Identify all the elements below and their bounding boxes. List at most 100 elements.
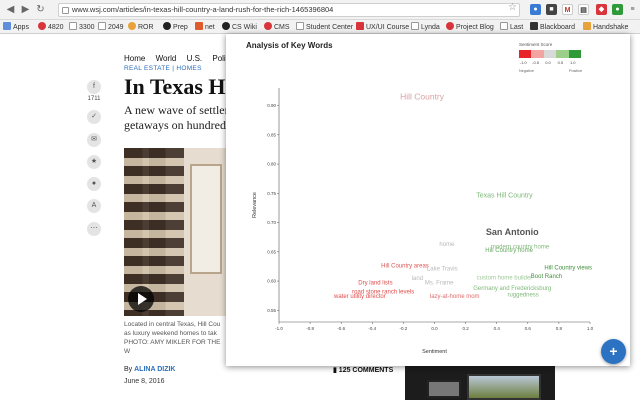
author-link[interactable]: ALINA DIZIK <box>134 366 175 373</box>
bookmark-page-icon <box>500 22 508 30</box>
keyword-point[interactable]: Hill Country home <box>485 248 533 254</box>
y-tick-label: 0.80 <box>267 162 276 167</box>
nav-world[interactable]: World <box>156 54 177 63</box>
bookmark-page-icon <box>98 22 106 30</box>
x-tick-label: 0.2 <box>462 326 469 331</box>
save-star-icon[interactable]: ★ <box>87 155 101 169</box>
x-tick-label: 0.8 <box>556 326 563 331</box>
keyword-point[interactable]: water utility director <box>333 294 386 300</box>
keyword-point[interactable]: Dry land lists <box>358 281 392 287</box>
bookmark-project-blog[interactable]: Project Blog <box>446 22 494 32</box>
advertisement[interactable] <box>405 366 555 400</box>
screen: ◀ ▶ ↻ www.wsj.com/articles/in-texas-hill… <box>0 0 640 400</box>
article-headline: In Texas Hi <box>124 74 232 99</box>
bookmark-red-icon <box>264 22 272 30</box>
url-text: www.wsj.com/articles/in-texas-hill-count… <box>72 5 334 14</box>
x-tick-label: -1.0 <box>275 326 283 331</box>
publish-date: June 8, 2016 <box>124 378 165 385</box>
bookmark-cms[interactable]: CMS <box>264 22 290 32</box>
bookmark-star-icon[interactable]: ☆ <box>508 2 517 13</box>
x-tick-label: -0.2 <box>400 326 408 331</box>
extension-doc-icon[interactable]: ▤ <box>578 4 589 15</box>
bookmark-ux-ui-course[interactable]: UX/UI Course <box>356 22 409 32</box>
bookmark-lynda[interactable]: Lynda <box>411 22 440 32</box>
keyword-point[interactable]: Hill Country <box>400 92 445 102</box>
nav-us[interactable]: U.S. <box>187 54 203 63</box>
keyword-point[interactable]: ruggedness <box>507 292 538 298</box>
bookmark-page-icon <box>296 22 304 30</box>
extension-green-icon[interactable]: ● <box>612 4 623 15</box>
keyword-point[interactable]: Germany and Fredericksburg <box>473 286 551 292</box>
bookmark-prep[interactable]: Prep <box>163 22 188 32</box>
extension-globe-icon[interactable]: ● <box>530 4 541 15</box>
keyword-point[interactable]: home <box>439 242 455 248</box>
scatter-chart: -1.0 -0.8 -0.6 -0.4 -0.2 0.0 0.2 0.4 0.6 0.8 1.0 0.… <box>252 88 594 355</box>
x-tick-label: -0.4 <box>368 326 376 331</box>
bookmark-blackboard[interactable]: Blackboard <box>530 22 575 32</box>
byline-prefix: By <box>124 366 133 373</box>
bookmark-orange-square-icon <box>195 22 203 30</box>
menu-icon[interactable]: ≡ <box>627 4 638 15</box>
bookmark-handshake[interactable]: Handshake <box>583 22 628 32</box>
extension-dark-icon[interactable]: ■ <box>546 4 557 15</box>
twitter-share-icon[interactable]: ✓ <box>87 110 101 124</box>
bookmark-last[interactable]: Last <box>500 22 523 32</box>
browser-toolbar: ◀ ▶ ↻ www.wsj.com/articles/in-texas-hill… <box>0 0 640 20</box>
x-tick-label: 1.0 <box>587 326 594 331</box>
address-bar[interactable]: www.wsj.com/articles/in-texas-hill-count… <box>58 3 520 17</box>
share-count: 1711 <box>87 96 101 102</box>
bookmark-red-icon <box>38 22 46 30</box>
bookmark-ror[interactable]: ROR <box>128 22 154 32</box>
more-options-icon[interactable]: ⋯ <box>87 222 101 236</box>
bookmark-student-center[interactable]: Student Center <box>296 22 353 32</box>
keyword-point[interactable]: San Antonio <box>486 227 539 237</box>
keyword-point[interactable]: Texas Hill Country <box>476 192 533 199</box>
bookmark-cs-wiki[interactable]: CS Wiki <box>222 22 257 32</box>
email-share-icon[interactable]: ✉ <box>87 133 101 147</box>
keyword-point[interactable]: custom home builder <box>477 275 533 281</box>
keyword-point[interactable]: Hill Country views <box>544 265 592 271</box>
bookmark-2049[interactable]: 2049 <box>98 22 124 32</box>
y-tick-label: 0.85 <box>267 132 276 137</box>
bookmark-red-icon <box>446 22 454 30</box>
apps-icon <box>3 22 11 30</box>
extension-red-icon[interactable]: ◆ <box>596 4 607 15</box>
forward-icon[interactable]: ▶ <box>19 3 32 16</box>
photo-doorway <box>190 164 222 274</box>
section-label[interactable]: REAL ESTATE | HOMES <box>124 65 202 72</box>
extension-m-icon[interactable]: M <box>562 4 573 15</box>
keyword-point[interactable]: lazy-at-home mom <box>430 294 480 300</box>
photo-caption: Located in central Texas, Hill Cou as lu… <box>124 321 221 355</box>
x-tick-label: 0.4 <box>494 326 501 331</box>
comments-count: 125 COMMENTS <box>338 367 394 374</box>
x-axis-label: Sentiment <box>422 349 447 355</box>
github-icon <box>163 22 171 30</box>
ad-device-large <box>467 374 541 400</box>
reload-icon[interactable]: ↻ <box>34 3 47 16</box>
bookmark-orange-square-icon <box>583 22 591 30</box>
text-size-icon[interactable]: A <box>87 199 101 213</box>
y-tick-label: 0.90 <box>267 103 276 108</box>
video-play-button[interactable] <box>128 286 154 312</box>
evernote-icon[interactable]: ● <box>87 177 101 191</box>
bookmark-3300[interactable]: 3300 <box>69 22 95 32</box>
facebook-share-icon[interactable]: f <box>87 80 101 94</box>
bookmark-net[interactable]: net <box>195 22 215 32</box>
y-tick-label: 0.60 <box>267 279 276 284</box>
add-button[interactable]: + <box>601 339 626 364</box>
page-icon <box>62 7 69 14</box>
keyword-point[interactable]: Hill Country areas <box>381 264 429 270</box>
bookmark-apps[interactable]: Apps <box>3 22 29 32</box>
key-words-panel: Analysis of Key Words Sentiment Score -1… <box>226 34 630 366</box>
keyword-point[interactable]: Ms. Frame <box>425 281 454 287</box>
bookmark-orange-icon <box>128 22 136 30</box>
keyword-point[interactable]: Lake Travis <box>427 267 458 273</box>
y-tick-label: 0.75 <box>267 191 276 196</box>
bookmark-4820[interactable]: 4820 <box>38 22 64 32</box>
keyword-point[interactable]: Boot Ranch <box>531 274 562 280</box>
keyword-point[interactable]: land <box>412 276 423 282</box>
nav-home[interactable]: Home <box>124 54 145 63</box>
comments-link[interactable]: ▮ 125 COMMENTS <box>333 366 393 374</box>
article-dek: A new wave of settler getaways on hundre… <box>124 103 229 132</box>
back-icon[interactable]: ◀ <box>4 3 17 16</box>
